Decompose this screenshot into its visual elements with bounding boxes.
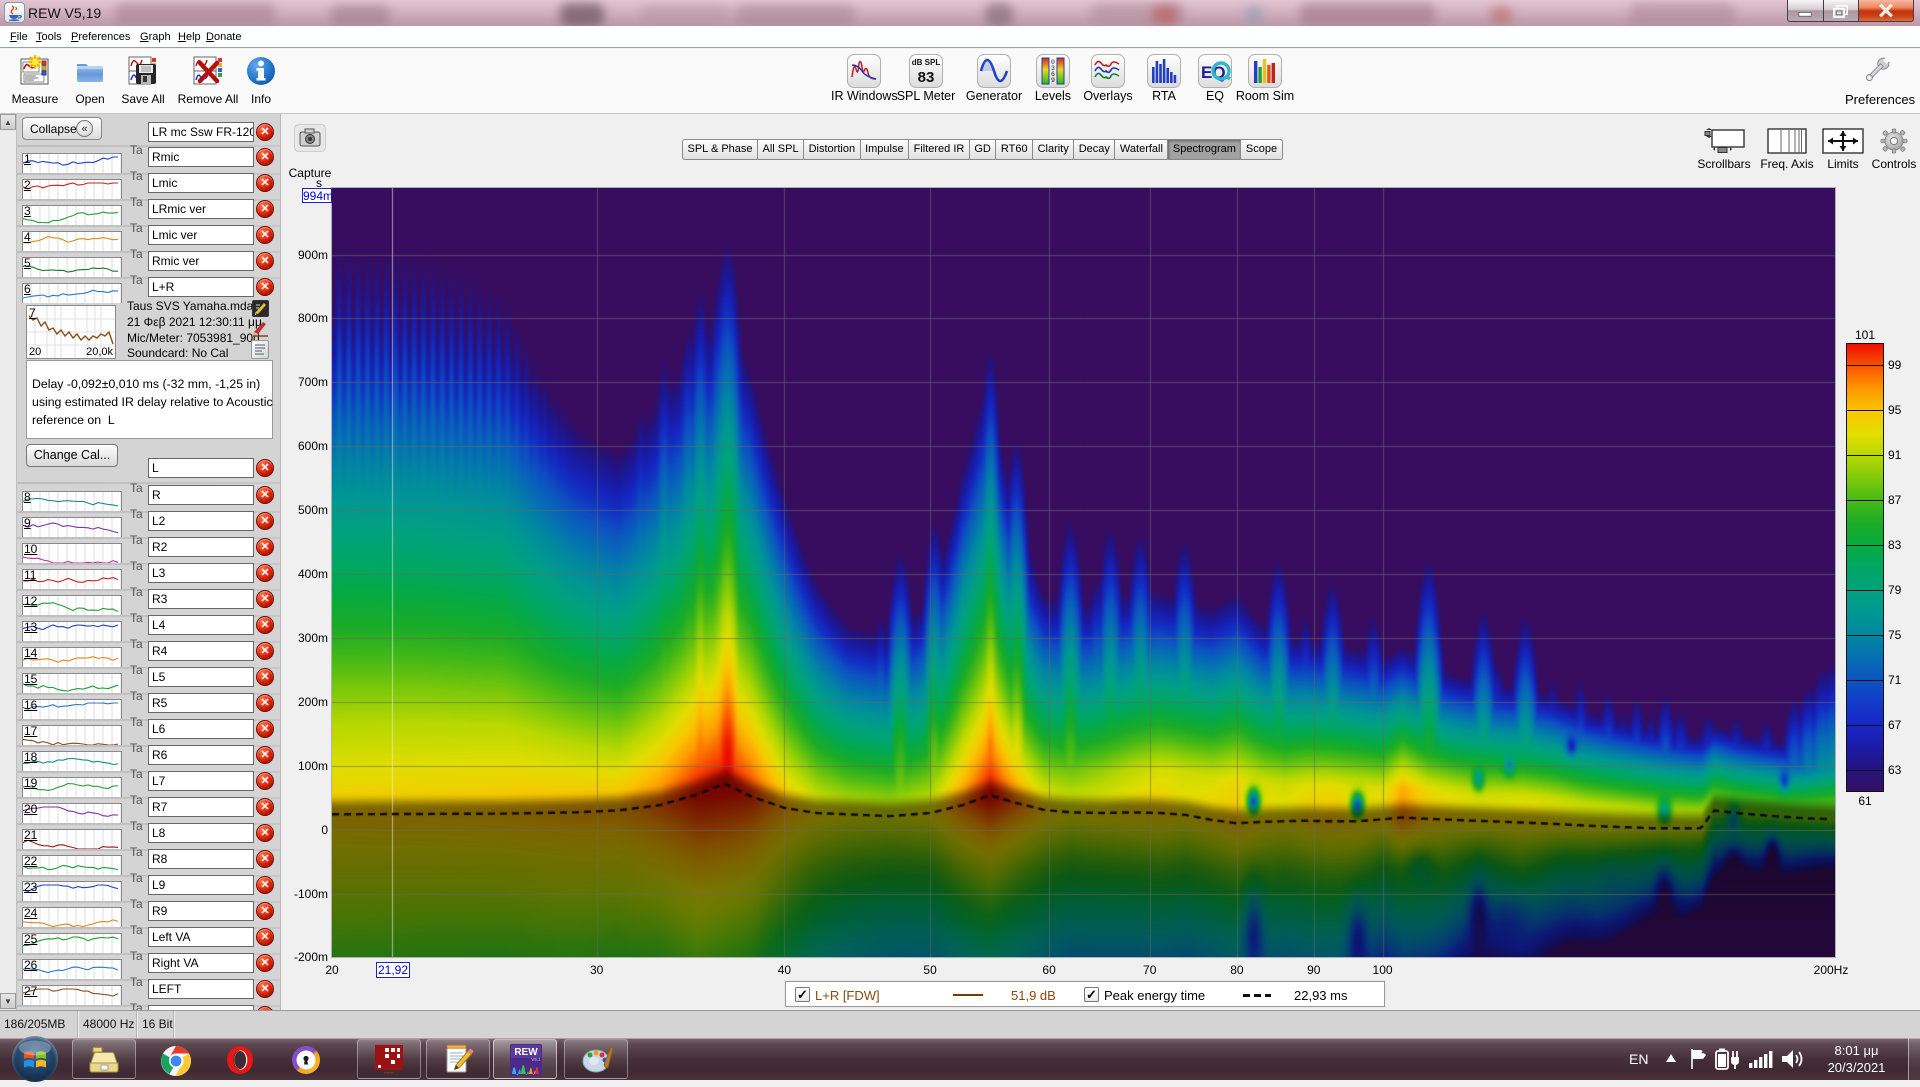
svg-text:▪▪▪▪▪▪▪: ▪▪▪▪▪▪▪ [384, 1070, 395, 1075]
svg-text:dB SPL: dB SPL [912, 58, 941, 67]
svg-text:9: 9 [1051, 77, 1055, 84]
svg-text:83: 83 [918, 69, 935, 86]
svg-text:V5.1: V5.1 [531, 1057, 541, 1062]
